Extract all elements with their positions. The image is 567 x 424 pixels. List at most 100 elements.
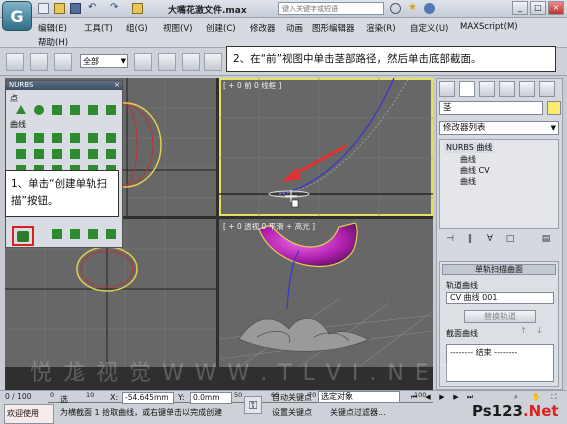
modifier-list-dropdown[interactable]: 修改器列表 ▼ (439, 121, 559, 135)
search-icon[interactable] (390, 3, 401, 14)
open-file-icon[interactable] (54, 3, 65, 14)
modify-tab-icon[interactable] (459, 81, 475, 97)
select-link-icon[interactable] (6, 53, 24, 71)
perspective-viewport-label[interactable]: [ + 0 透视 0 平滑 + 高光 ] (223, 221, 315, 232)
new-file-icon[interactable] (38, 3, 49, 14)
application-logo[interactable]: G (2, 1, 32, 31)
utilities-tab-icon[interactable] (539, 81, 555, 97)
motion-tab-icon[interactable] (499, 81, 515, 97)
help-search-input[interactable]: 键入关键字或短语 (278, 2, 384, 15)
menu-graph-editors[interactable]: 图形编辑器 (312, 22, 355, 34)
help-icon[interactable] (424, 3, 435, 14)
viewport-perspective[interactable]: [ + 0 透视 0 平滑 + 高光 ] (219, 219, 433, 367)
time-slider[interactable]: 0 / 100 (5, 392, 51, 404)
welcome-status[interactable]: 欢迎使用 (4, 404, 54, 424)
menu-animation[interactable]: 动画 (286, 22, 303, 34)
pin-stack-icon[interactable]: ⊣ (443, 232, 457, 246)
configure-sets-icon[interactable]: ▤ (539, 232, 553, 246)
unlink-icon[interactable] (30, 53, 48, 71)
object-color-swatch[interactable] (547, 101, 561, 115)
blend-curve-icon[interactable] (88, 133, 98, 143)
x-coord-field[interactable]: -54.645mm (122, 392, 174, 404)
display-tab-icon[interactable] (519, 81, 535, 97)
create-tab-icon[interactable] (439, 81, 455, 97)
stack-item-curve-cv[interactable]: 曲线 CV (460, 165, 490, 176)
close-button[interactable]: × (548, 1, 564, 15)
stack-item-curve-2[interactable]: 曲线 (460, 176, 476, 187)
key-filter-select[interactable]: 选定对象 (318, 391, 400, 403)
offset-point-icon[interactable] (34, 105, 44, 115)
move-up-icon[interactable]: ↑ (520, 326, 527, 335)
offset-curve-icon[interactable] (106, 133, 116, 143)
select-by-name-icon[interactable] (158, 53, 176, 71)
redo-icon[interactable]: ↷ (110, 3, 121, 14)
make-unique-icon[interactable]: ∀ (483, 232, 497, 246)
save-file-icon[interactable] (70, 3, 81, 14)
star-icon[interactable]: ★ (408, 3, 419, 14)
bind-space-warp-icon[interactable] (54, 53, 72, 71)
transform-curve-icon[interactable] (70, 133, 80, 143)
surface-point-icon[interactable] (88, 105, 98, 115)
object-name-field[interactable]: 茎 (439, 101, 543, 115)
show-end-result-icon[interactable]: ‖ (463, 232, 477, 246)
point-tool-icon[interactable] (16, 105, 26, 114)
chamfer-curve-icon[interactable] (34, 149, 44, 159)
previous-frame-icon[interactable]: ◀ (422, 391, 434, 403)
menu-views[interactable]: 视图(V) (163, 22, 192, 34)
create-1-rail-sweep-button[interactable] (12, 226, 34, 246)
menu-rendering[interactable]: 渲染(R) (366, 22, 396, 34)
menu-help[interactable]: 帮助(H) (38, 36, 68, 48)
lathe-surface-icon[interactable] (88, 229, 98, 239)
key-mode-icon[interactable]: ⚿ (244, 396, 262, 414)
menu-customize[interactable]: 自定义(U) (410, 22, 448, 34)
hierarchy-tab-icon[interactable] (479, 81, 495, 97)
remove-modifier-icon[interactable]: □ (503, 232, 517, 246)
setkey-button[interactable]: 设置关键点 (272, 407, 312, 418)
rollout-title[interactable]: 单轨扫描曲面 (442, 264, 556, 275)
fillet-curve-icon[interactable] (52, 149, 62, 159)
undo-icon[interactable]: ↶ (88, 3, 99, 14)
u-loft-icon[interactable] (52, 229, 62, 239)
autokey-button[interactable]: 自动关键点 (272, 392, 312, 403)
menu-group[interactable]: 组(G) (126, 22, 148, 34)
menu-tools[interactable]: 工具(T) (84, 22, 113, 34)
move-down-icon[interactable]: ↓ (536, 326, 543, 335)
v-iso-curve-icon[interactable] (106, 149, 116, 159)
fit-curve-icon[interactable] (52, 133, 62, 143)
surface-surface-intersection-icon[interactable] (70, 149, 80, 159)
y-coord-field[interactable]: 0.0mm (190, 392, 232, 404)
selection-filter-select[interactable]: 全部 ▼ (80, 54, 128, 68)
stack-item-nurbs-curve[interactable]: NURBS 曲线 (444, 142, 495, 153)
surface-curve-point-icon[interactable] (106, 105, 116, 115)
cv-curve-icon[interactable] (16, 133, 26, 143)
go-to-start-icon[interactable]: ⏮ (408, 391, 420, 403)
curve-curve-point-icon[interactable] (70, 105, 80, 115)
rail-curve-field[interactable]: CV 曲线 001 (446, 292, 554, 304)
replace-rail-button[interactable]: 替换轨道 (464, 310, 536, 323)
menu-edit[interactable]: 编辑(E) (38, 22, 67, 34)
selection-lock-label[interactable]: 选 (60, 394, 68, 405)
window-crossing-icon[interactable] (204, 53, 222, 71)
point-curve-icon[interactable] (34, 133, 44, 143)
select-object-icon[interactable] (134, 53, 152, 71)
menu-modifiers[interactable]: 修改器 (250, 22, 276, 34)
key-filters-button[interactable]: 关键点过滤器... (330, 407, 386, 418)
front-viewport-label[interactable]: [ + 0 前 0 线框 ] (223, 80, 281, 91)
section-curves-list[interactable]: -------- 结束 -------- (446, 344, 554, 382)
close-icon[interactable]: × (114, 81, 120, 89)
stack-item-curve[interactable]: 曲线 (460, 154, 476, 165)
maximize-button[interactable]: □ (530, 1, 546, 15)
mirror-curve-icon[interactable] (16, 149, 26, 159)
play-icon[interactable]: ▶ (436, 391, 448, 403)
uv-loft-icon[interactable] (70, 229, 80, 239)
cap-surface-icon[interactable] (106, 229, 116, 239)
minimize-button[interactable]: _ (512, 1, 528, 15)
u-iso-curve-icon[interactable] (88, 149, 98, 159)
project-folder-icon[interactable] (132, 3, 143, 14)
menu-maxscript[interactable]: MAXScript(M) (460, 22, 518, 32)
next-frame-icon[interactable]: ▶ (450, 391, 462, 403)
menu-create[interactable]: 创建(C) (206, 22, 236, 34)
rectangular-selection-icon[interactable] (182, 53, 200, 71)
curve-point-icon[interactable] (52, 105, 62, 115)
viewport-front[interactable]: [ + 0 前 0 线框 ] (219, 78, 433, 216)
